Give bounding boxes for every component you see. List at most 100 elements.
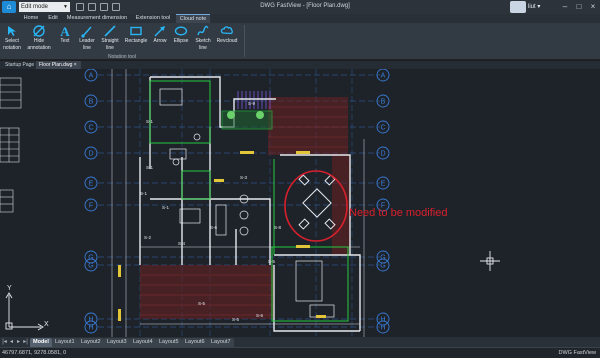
room-label: S-1 xyxy=(162,205,170,210)
axis-bubble-label: E xyxy=(381,181,386,188)
window-title: DWG FastView - [Floor Plan.dwg] xyxy=(260,3,350,9)
tool-label: Hide xyxy=(33,38,45,44)
tab-startup-page[interactable]: Startup Page xyxy=(2,61,39,69)
tab-measurement-dimension[interactable]: Measurement dimension xyxy=(64,14,130,23)
select-notation-icon xyxy=(8,26,16,36)
tool-label: Arrow xyxy=(153,38,167,44)
tab-layout2[interactable]: Layout2 xyxy=(78,338,104,347)
tool-label: annotation xyxy=(27,44,51,51)
tab-layout3[interactable]: Layout3 xyxy=(104,338,130,347)
hide-annotation-icon xyxy=(33,25,45,37)
axis-bubble-label: G xyxy=(88,263,93,270)
axis-bubble-label: G xyxy=(380,255,385,262)
annotation-text[interactable]: Need to be modified xyxy=(349,207,447,219)
ellipse-icon xyxy=(174,26,188,36)
axis-bubble-label: H xyxy=(88,317,93,324)
ribbon-tab-bar: Home Edit Measurement dimension Extensio… xyxy=(0,14,600,23)
room-label: S-6 xyxy=(210,225,218,230)
rectangle-button[interactable]: Rectangle xyxy=(123,24,149,53)
axis-bubble-label: F xyxy=(89,203,93,210)
axis-bubble-label: H xyxy=(380,317,385,324)
arrow-button[interactable]: Arrow xyxy=(151,24,169,53)
ucs-x-label: X xyxy=(44,321,49,328)
tab-extension-tool[interactable]: Extension tool xyxy=(132,14,174,23)
avatar[interactable] xyxy=(510,1,526,13)
chevron-down-icon: ▼ xyxy=(63,4,68,10)
axis-bubble-label: H xyxy=(380,325,385,332)
title-bar: ⌂ Edit mode ▼ DWG FastView - [Floor Plan… xyxy=(0,0,600,14)
room-label: S-6 xyxy=(256,313,264,318)
minimize-icon[interactable]: – xyxy=(560,2,570,12)
close-icon[interactable]: × xyxy=(588,2,598,12)
tool-label: Text xyxy=(60,38,70,44)
revcloud-button[interactable]: Revcloud xyxy=(215,24,239,53)
open-file-icon[interactable] xyxy=(76,3,84,11)
room-label: S-5 xyxy=(232,317,240,322)
mode-select-value: Edit mode xyxy=(21,4,49,10)
redo-icon[interactable] xyxy=(112,3,120,11)
tool-label: Select xyxy=(5,38,19,44)
user-name[interactable]: liut ▾ xyxy=(528,3,540,10)
axis-bubble-label: G xyxy=(380,263,385,270)
tab-layout5[interactable]: Layout5 xyxy=(156,338,182,347)
hide-annotation-button[interactable]: Hide annotation xyxy=(26,24,52,53)
axis-bubble-label: D xyxy=(88,151,93,158)
room-label: S-9 xyxy=(248,101,256,106)
room-label: S-3 xyxy=(240,175,248,180)
straight-line-icon xyxy=(104,25,116,37)
revcloud-icon xyxy=(220,26,233,35)
tab-layout6[interactable]: Layout6 xyxy=(182,338,208,347)
axis-bubble-label: E xyxy=(89,181,94,188)
tab-edit[interactable]: Edit xyxy=(44,14,62,23)
tab-layout7[interactable]: Layout7 xyxy=(208,338,234,347)
document-tab-bar: Startup Page Floor Plan.dwg × xyxy=(0,61,600,69)
axis-bubble-label: D xyxy=(380,151,385,158)
tab-layout1[interactable]: Layout1 xyxy=(52,338,78,347)
app-logo[interactable]: ⌂ xyxy=(2,1,16,13)
layout-tab-bar: |◂ ◂ ▸ ▸| Model Layout1 Layout2 Layout3 … xyxy=(0,337,600,347)
text-button[interactable]: A Text xyxy=(56,24,74,53)
tool-label: line xyxy=(199,44,207,51)
axis-bubble-label: H xyxy=(88,325,93,332)
ellipse-button[interactable]: Ellipse xyxy=(171,24,191,53)
axis-bubble-label: G xyxy=(88,255,93,262)
next-layout-icon[interactable]: ▸ xyxy=(15,338,22,346)
tab-layout4[interactable]: Layout4 xyxy=(130,338,156,347)
tab-home[interactable]: Home xyxy=(20,14,42,23)
room-label: S-5 xyxy=(198,301,206,306)
status-bar: 46797.6871, 9278.0581, 0 DWG FastView xyxy=(0,347,600,358)
mode-select[interactable]: Edit mode ▼ xyxy=(19,2,70,12)
drawing-canvas[interactable]: Y X ABCDEFGGHH ABCDEFGGHH S-1 S-1 S-2 S-3 S-… xyxy=(0,69,600,337)
undo-icon[interactable] xyxy=(100,3,108,11)
ucs-y-label: Y xyxy=(7,285,12,292)
save-icon[interactable] xyxy=(88,3,96,11)
axis-bubble-label: A xyxy=(89,73,94,80)
tool-label: Ellipse xyxy=(173,38,189,44)
text-icon: A xyxy=(60,24,70,38)
tool-label: Revcloud xyxy=(216,38,238,44)
leader-line-button[interactable]: Leader line xyxy=(76,24,98,53)
first-layout-icon[interactable]: |◂ xyxy=(1,338,8,346)
select-notation-button[interactable]: Select notation xyxy=(1,24,23,53)
tab-model[interactable]: Model xyxy=(30,338,52,347)
prev-layout-icon[interactable]: ◂ xyxy=(8,338,15,346)
tool-label: Straight xyxy=(101,38,119,44)
last-layout-icon[interactable]: ▸| xyxy=(22,338,29,346)
room-label: S-1 xyxy=(140,191,148,196)
room-label: S-4 xyxy=(178,241,186,246)
axis-bubble-label: B xyxy=(89,99,94,106)
svg-text:A: A xyxy=(60,24,70,38)
divider xyxy=(244,25,245,57)
tool-label: notation xyxy=(3,44,21,51)
tool-label: Sketch xyxy=(195,38,211,44)
sketch-line-button[interactable]: Sketch line xyxy=(193,24,213,53)
tab-floor-plan[interactable]: Floor Plan.dwg × xyxy=(36,61,81,69)
tab-cloud-note[interactable]: Cloud note xyxy=(176,14,210,23)
maximize-icon[interactable]: □ xyxy=(574,2,584,12)
room-label: S-5 xyxy=(268,259,276,264)
straight-line-button[interactable]: Straight line xyxy=(99,24,121,53)
tool-label: Rectangle xyxy=(124,38,148,44)
ribbon-group-label: Notation tool xyxy=(107,54,137,60)
axis-bubble-label: B xyxy=(381,99,386,106)
rectangle-icon xyxy=(130,26,142,36)
